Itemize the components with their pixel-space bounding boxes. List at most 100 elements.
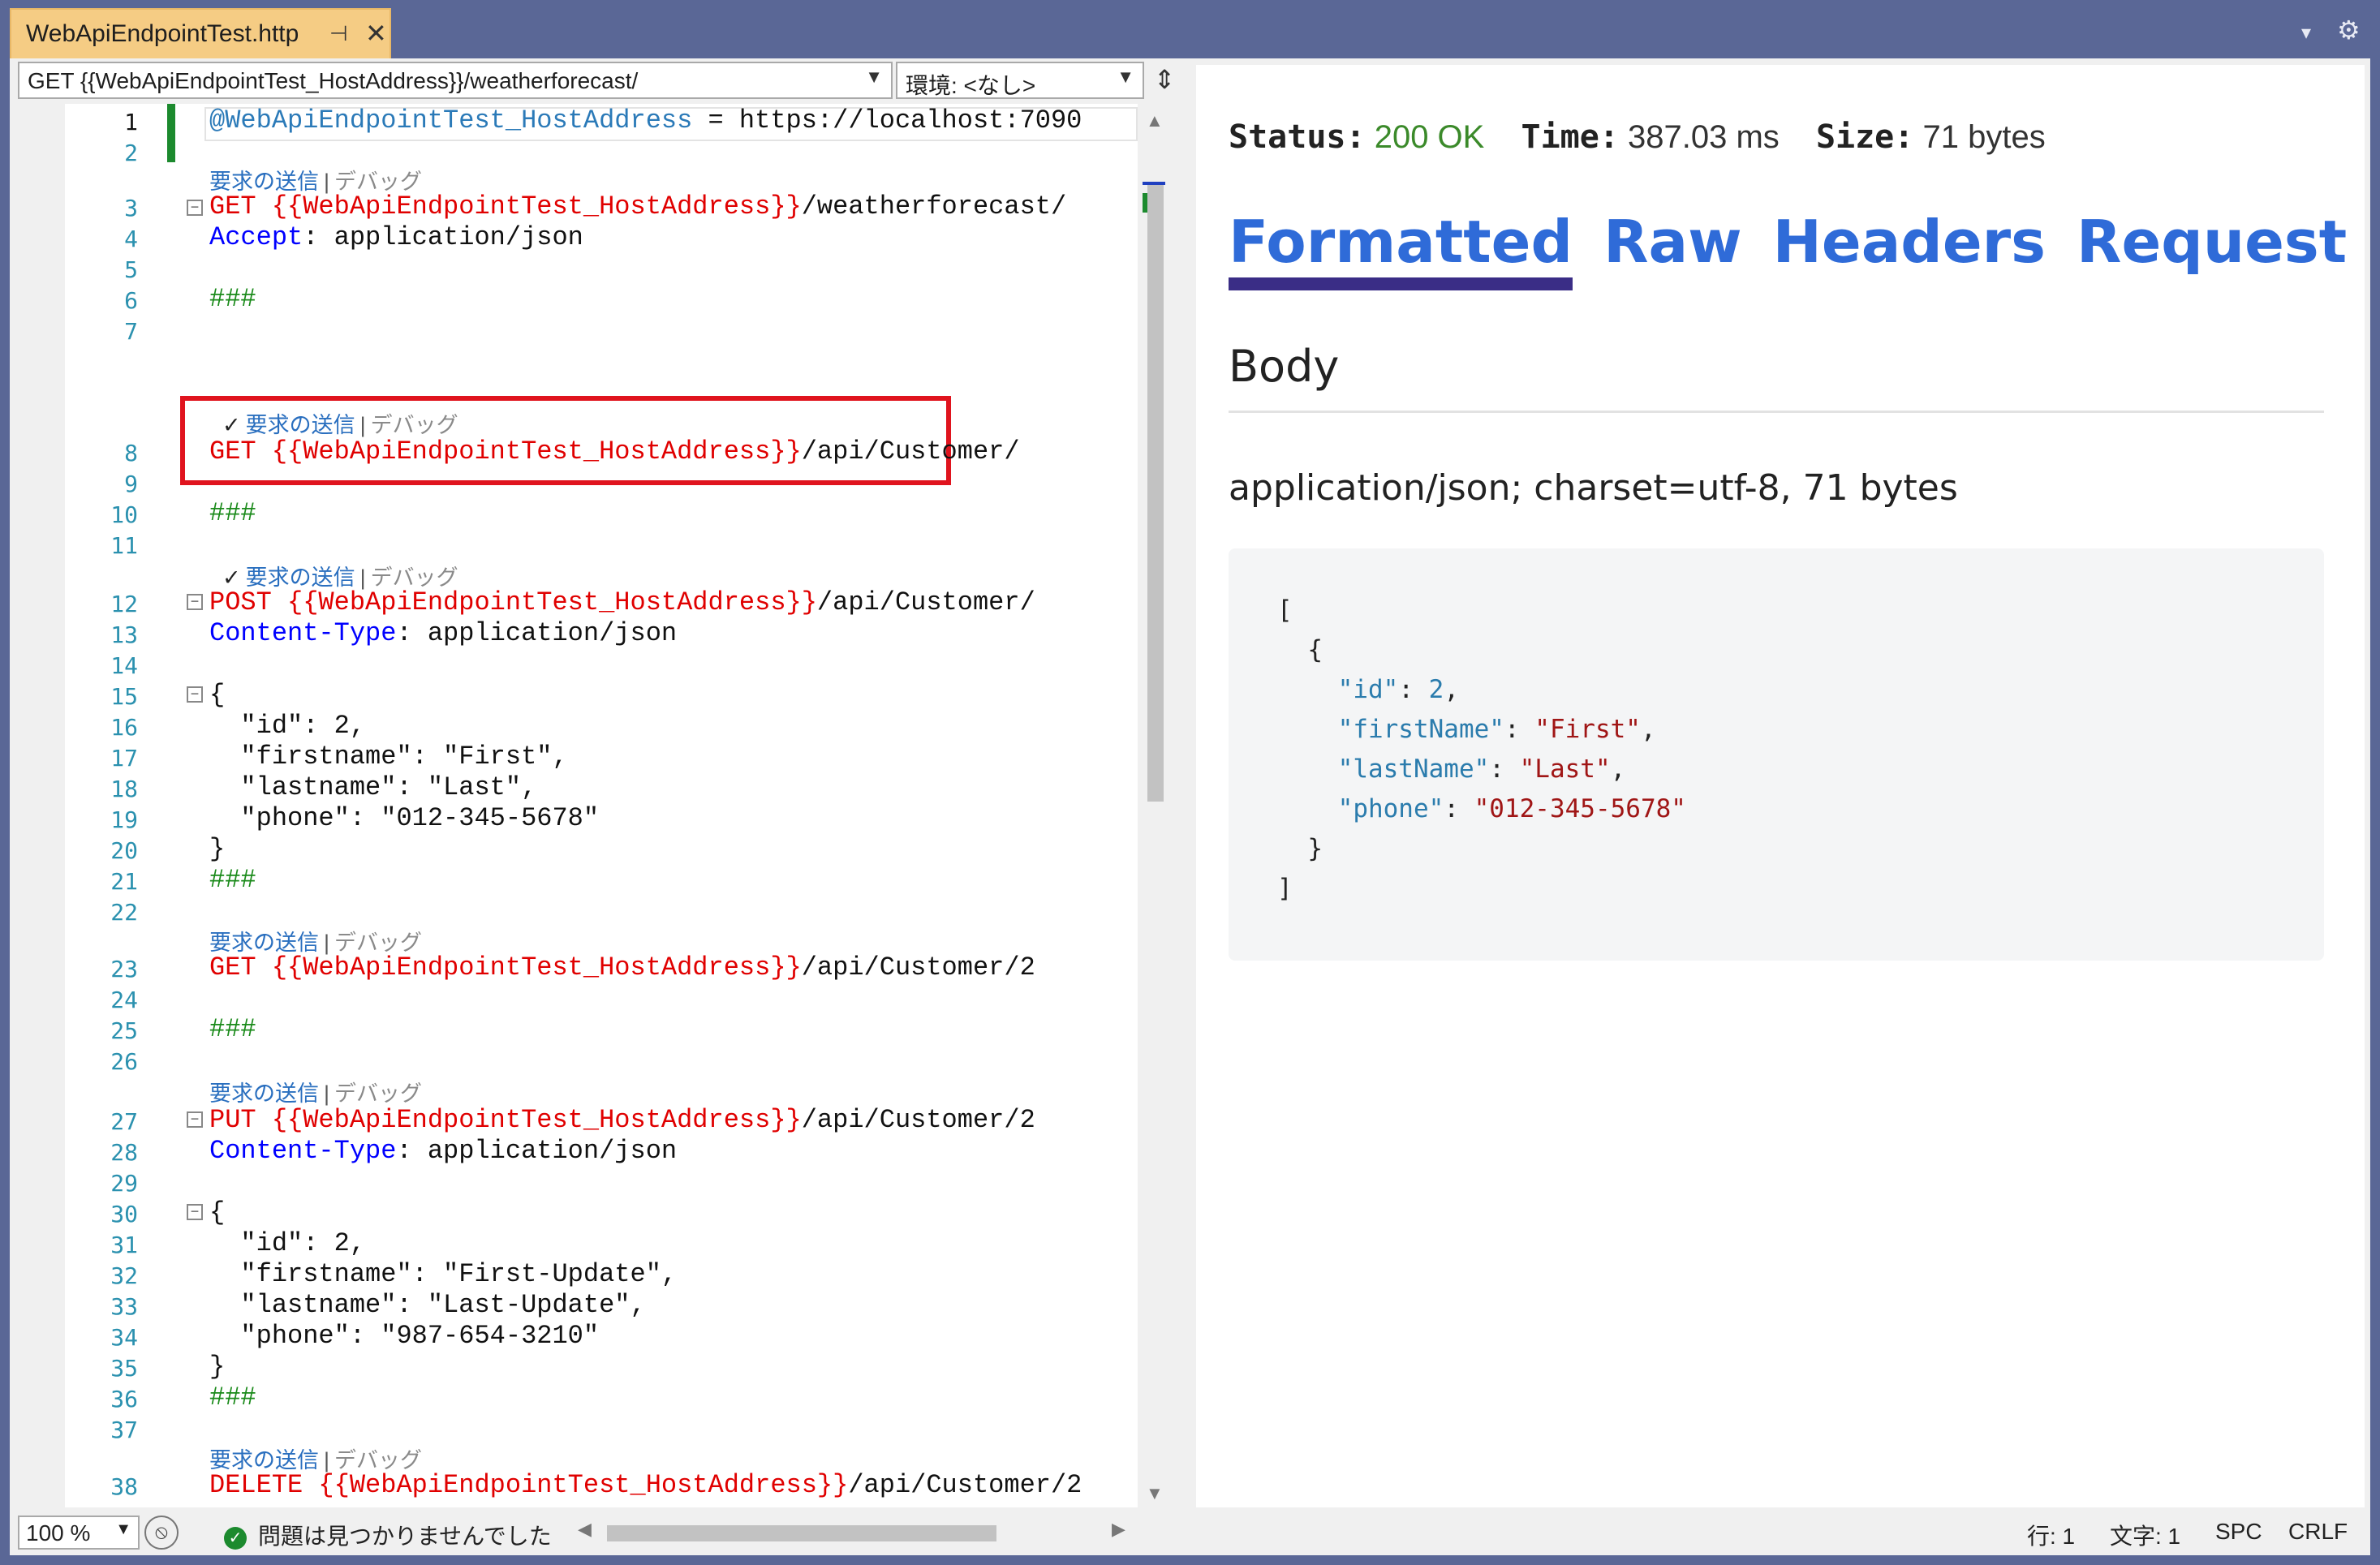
line-number: 7 bbox=[124, 318, 138, 345]
line-ending-indicator[interactable]: CRLF bbox=[2288, 1519, 2348, 1545]
debug-link[interactable]: デバッグ bbox=[334, 1081, 422, 1106]
send-request-link[interactable]: 要求の送信 bbox=[209, 170, 319, 194]
json-punct: } bbox=[1277, 834, 1323, 863]
zoom-selector[interactable]: 100 % ▼ bbox=[18, 1516, 140, 1550]
json-body: [ { "id": 2, "firstName": "First", "last… bbox=[1229, 548, 2324, 961]
header-name: Content-Type bbox=[209, 1136, 397, 1166]
response-pane: Status: 200 OK Time: 387.03 ms Size: 71 … bbox=[1196, 65, 2365, 1507]
codelens-separator: | bbox=[359, 565, 366, 590]
http-method: GET bbox=[209, 436, 272, 466]
issues-indicator[interactable]: ✓ 問題は見つかりませんでした bbox=[224, 1519, 552, 1551]
column-indicator[interactable]: 文字: 1 bbox=[2110, 1519, 2180, 1551]
line-number: 4 bbox=[124, 226, 138, 252]
code-line-34: "phone": "987-654-3210" bbox=[209, 1321, 600, 1351]
size-value: 71 bytes bbox=[1922, 119, 2046, 155]
status-value: 200 OK bbox=[1374, 119, 1485, 155]
line-number: 19 bbox=[110, 806, 138, 833]
http-method: DELETE bbox=[209, 1470, 319, 1500]
scroll-right-icon[interactable]: ▶ bbox=[1112, 1519, 1125, 1540]
scroll-down-icon[interactable]: ▼ bbox=[1146, 1483, 1164, 1504]
code-line-21: ### bbox=[209, 865, 256, 895]
tab-request[interactable]: Request bbox=[2077, 208, 2347, 287]
scroll-up-icon[interactable]: ▲ bbox=[1146, 110, 1164, 131]
scrollbar-thumb[interactable] bbox=[1147, 185, 1164, 802]
chevron-down-icon: ▼ bbox=[865, 67, 883, 87]
debug-link[interactable]: デバッグ bbox=[334, 170, 422, 194]
change-indicator bbox=[167, 104, 175, 162]
send-request-link[interactable]: 要求の送信 bbox=[246, 413, 355, 437]
tab-formatted[interactable]: Formatted bbox=[1229, 208, 1573, 290]
word-wrap-icon[interactable]: ⦸ bbox=[144, 1516, 179, 1550]
editor-window: GET {{WebApiEndpointTest_HostAddress}}/w… bbox=[10, 58, 2370, 1511]
code-line-23: GET {{WebApiEndpointTest_HostAddress}}/a… bbox=[209, 952, 1035, 983]
request-selector[interactable]: GET {{WebApiEndpointTest_HostAddress}}/w… bbox=[18, 62, 893, 99]
pin-icon[interactable]: ⊣ bbox=[329, 21, 348, 46]
host-variable: {{WebApiEndpointTest_HostAddress}} bbox=[318, 1470, 849, 1500]
fold-toggle[interactable]: − bbox=[187, 686, 203, 703]
code-line-12: POST {{WebApiEndpointTest_HostAddress}}/… bbox=[209, 587, 1035, 618]
request-path: /api/Customer/2 bbox=[801, 952, 1035, 982]
environment-selector[interactable]: 環境: <なし> ▼ bbox=[896, 62, 1144, 99]
host-variable: {{WebApiEndpointTest_HostAddress}} bbox=[271, 436, 802, 466]
code-line-17: "firstname": "First", bbox=[209, 742, 568, 772]
header-value: : application/json bbox=[396, 1136, 678, 1166]
code-line-16: "id": 2, bbox=[209, 711, 366, 741]
close-icon[interactable]: ✕ bbox=[365, 18, 387, 49]
debug-link[interactable]: デバッグ bbox=[334, 1448, 422, 1473]
code-line-25: ### bbox=[209, 1014, 256, 1044]
tab-list-dropdown-icon[interactable]: ▾ bbox=[2301, 21, 2311, 45]
debug-link[interactable]: デバッグ bbox=[371, 565, 458, 590]
line-number: 37 bbox=[110, 1417, 138, 1443]
code-line-38: DELETE {{WebApiEndpointTest_HostAddress}… bbox=[209, 1470, 1082, 1501]
gear-icon[interactable]: ⚙ bbox=[2337, 15, 2361, 45]
debug-link[interactable]: デバッグ bbox=[371, 413, 458, 437]
tab-headers[interactable]: Headers bbox=[1773, 208, 2046, 287]
send-request-link[interactable]: 要求の送信 bbox=[209, 931, 319, 955]
split-layout-icon[interactable]: ⇕ bbox=[1146, 62, 1183, 99]
request-path: /api/Customer/ bbox=[816, 587, 1035, 617]
scroll-left-icon[interactable]: ◀ bbox=[578, 1519, 592, 1540]
http-method: PUT bbox=[209, 1105, 272, 1135]
line-number: 23 bbox=[110, 956, 138, 982]
environment-selector-value: 環境: <なし> bbox=[906, 73, 1036, 98]
send-request-link[interactable]: 要求の送信 bbox=[246, 565, 355, 590]
chevron-down-icon: ▼ bbox=[115, 1520, 131, 1538]
host-variable-declaration: @WebApiEndpointTest_HostAddress bbox=[209, 105, 693, 135]
scrollbar-thumb[interactable] bbox=[607, 1525, 996, 1541]
line-number: 36 bbox=[110, 1386, 138, 1412]
editor-horizontal-scrollbar[interactable]: ◀ ▶ bbox=[578, 1519, 1130, 1546]
code-line-35: } bbox=[209, 1352, 226, 1382]
code-line-27: PUT {{WebApiEndpointTest_HostAddress}}/a… bbox=[209, 1105, 1035, 1136]
fold-toggle[interactable]: − bbox=[187, 594, 203, 610]
codelens-separator: | bbox=[324, 170, 330, 194]
line-number: 21 bbox=[110, 868, 138, 895]
header-value: : application/json bbox=[396, 618, 678, 648]
tab-raw[interactable]: Raw bbox=[1603, 208, 1742, 287]
fold-toggle[interactable]: − bbox=[187, 1204, 203, 1220]
line-indicator[interactable]: 行: 1 bbox=[2027, 1519, 2075, 1551]
response-tabs: Formatted Raw Headers Request bbox=[1229, 208, 2378, 290]
json-value: 2 bbox=[1428, 675, 1444, 704]
send-request-link[interactable]: 要求の送信 bbox=[209, 1081, 319, 1106]
indent-indicator[interactable]: SPC bbox=[2215, 1519, 2262, 1545]
code-line-15: { bbox=[209, 680, 226, 710]
fold-toggle[interactable]: − bbox=[187, 1111, 203, 1128]
http-file-editor[interactable]: 1 2 3 4 5 6 7 8 9 10 11 12 13 14 15 16 17 18 19 20 21 22 23 24 2… bbox=[18, 104, 1146, 1507]
document-tab-bar: WebApiEndpointTest.http ⊣ ✕ ▾ ⚙ bbox=[0, 0, 2380, 58]
code-line-33: "lastname": "Last-Update", bbox=[209, 1290, 646, 1320]
json-value: "First" bbox=[1534, 715, 1641, 744]
document-tab[interactable]: WebApiEndpointTest.http ⊣ ✕ bbox=[10, 8, 391, 58]
header-value: : application/json bbox=[303, 222, 583, 252]
editor-vertical-scrollbar[interactable]: ▲ ▼ bbox=[1138, 104, 1170, 1507]
debug-link[interactable]: デバッグ bbox=[334, 931, 422, 955]
json-key: "lastName" bbox=[1337, 755, 1490, 784]
request-path: /api/Customer/2 bbox=[801, 1105, 1035, 1135]
line-number: 27 bbox=[110, 1108, 138, 1135]
fold-toggle[interactable]: − bbox=[187, 200, 203, 216]
line-number: 22 bbox=[110, 899, 138, 926]
line-number: 16 bbox=[110, 714, 138, 741]
request-selector-value: GET {{WebApiEndpointTest_HostAddress}}/w… bbox=[28, 68, 639, 93]
body-heading: Body bbox=[1229, 341, 1340, 392]
send-request-link[interactable]: 要求の送信 bbox=[209, 1448, 319, 1473]
code-line-19: "phone": "012-345-5678" bbox=[209, 803, 600, 833]
